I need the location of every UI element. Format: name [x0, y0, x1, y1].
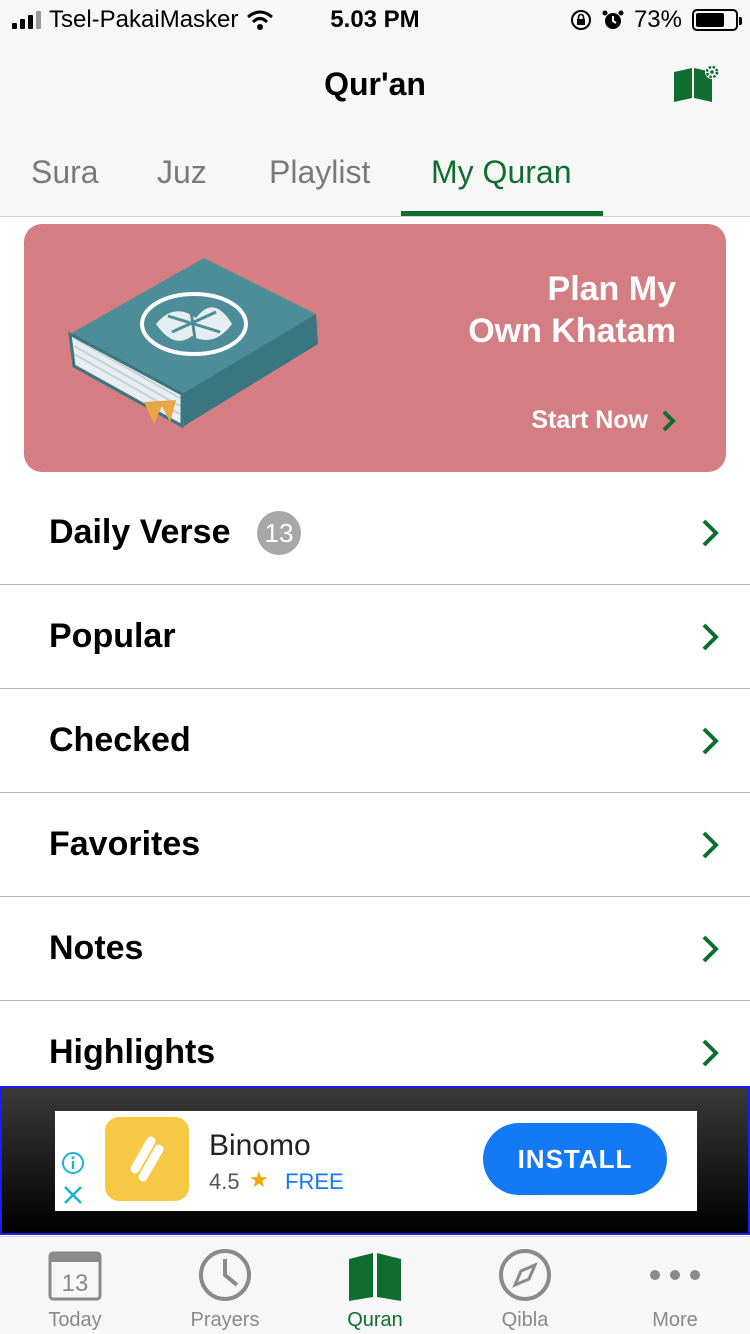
tab-label: More — [652, 1309, 698, 1331]
list-item-notes[interactable]: Notes — [0, 897, 750, 1001]
chevron-right-icon — [662, 410, 676, 431]
list-item-label: Favorites — [49, 825, 201, 863]
tab-today[interactable]: 13 Today — [0, 1237, 150, 1334]
orientation-lock-icon — [570, 10, 591, 30]
close-icon[interactable] — [61, 1183, 85, 1207]
clock-icon — [199, 1249, 251, 1301]
battery-percent: 73% — [633, 6, 682, 33]
khatam-banner[interactable]: Plan My Own Khatam Start Now — [24, 224, 726, 472]
ad-app-name: Binomo — [209, 1129, 311, 1162]
banner-title-line1: Plan My — [547, 270, 676, 308]
tab-juz[interactable]: Juz — [157, 154, 207, 191]
book-settings-icon[interactable] — [670, 64, 720, 104]
tab-my-quran[interactable]: My Quran — [431, 154, 571, 191]
install-button[interactable]: INSTALL — [483, 1123, 667, 1195]
bottom-tab-bar: 13 Today Prayers Quran Qibla More — [0, 1236, 750, 1334]
list-item-label: Notes — [49, 929, 144, 967]
list-item-favorites[interactable]: Favorites — [0, 793, 750, 897]
calendar-icon-day: 13 — [62, 1270, 89, 1297]
tab-label: Quran — [347, 1309, 403, 1331]
tab-qibla[interactable]: Qibla — [450, 1237, 600, 1334]
ad-price: FREE — [285, 1169, 344, 1194]
info-icon[interactable] — [61, 1151, 85, 1175]
more-icon — [650, 1270, 700, 1280]
book-icon — [349, 1253, 401, 1301]
tab-label: Prayers — [190, 1309, 260, 1331]
quran-book-illustration — [68, 258, 318, 429]
list-item-label: Highlights — [49, 1033, 216, 1071]
ad-rating: 4.5 — [209, 1169, 240, 1194]
active-tab-indicator — [401, 211, 603, 216]
calendar-icon: 13 — [48, 1251, 102, 1301]
alarm-icon — [602, 10, 624, 29]
page-title: Qur'an — [324, 66, 426, 102]
tab-label: Qibla — [501, 1309, 549, 1331]
tab-prayers[interactable]: Prayers — [150, 1237, 300, 1334]
ad-banner: Binomo 4.5 ★ FREE INSTALL — [0, 1086, 750, 1235]
segment-tabs: Sura Juz Playlist My Quran — [0, 130, 750, 217]
list-item-checked[interactable]: Checked — [0, 689, 750, 793]
tab-label: Today — [48, 1309, 102, 1331]
list-item-label: Popular — [49, 617, 176, 655]
app-icon — [105, 1117, 189, 1201]
chevron-right-icon — [702, 831, 719, 859]
tab-more[interactable]: More — [600, 1237, 750, 1334]
my-quran-list: Daily Verse 13 Popular Checked Favorites… — [0, 481, 750, 1105]
ad-card[interactable]: Binomo 4.5 ★ FREE INSTALL — [55, 1111, 697, 1211]
list-item-daily-verse[interactable]: Daily Verse 13 — [0, 481, 750, 585]
chevron-right-icon — [702, 519, 719, 547]
star-icon: ★ — [249, 1167, 269, 1192]
chevron-right-icon — [702, 727, 719, 755]
count-badge: 13 — [257, 511, 301, 555]
chevron-right-icon — [702, 935, 719, 963]
compass-icon — [499, 1249, 551, 1301]
status-bar: Tsel-PakaiMasker 5.03 PM 73% — [0, 0, 750, 42]
banner-title-line2: Own Khatam — [468, 312, 676, 350]
list-item-label: Checked — [49, 721, 191, 759]
battery-icon — [692, 9, 742, 31]
start-now-button[interactable]: Start Now — [531, 406, 678, 435]
binomo-logo-icon — [130, 1136, 164, 1182]
tab-playlist[interactable]: Playlist — [269, 154, 370, 191]
tab-sura[interactable]: Sura — [31, 154, 99, 191]
list-item-popular[interactable]: Popular — [0, 585, 750, 689]
chevron-right-icon — [702, 623, 719, 651]
list-item-label: Daily Verse — [49, 513, 231, 551]
chevron-right-icon — [702, 1039, 719, 1067]
start-now-label: Start Now — [531, 406, 648, 434]
tab-quran[interactable]: Quran — [300, 1237, 450, 1334]
navigation-bar: Qur'an — [0, 42, 750, 130]
